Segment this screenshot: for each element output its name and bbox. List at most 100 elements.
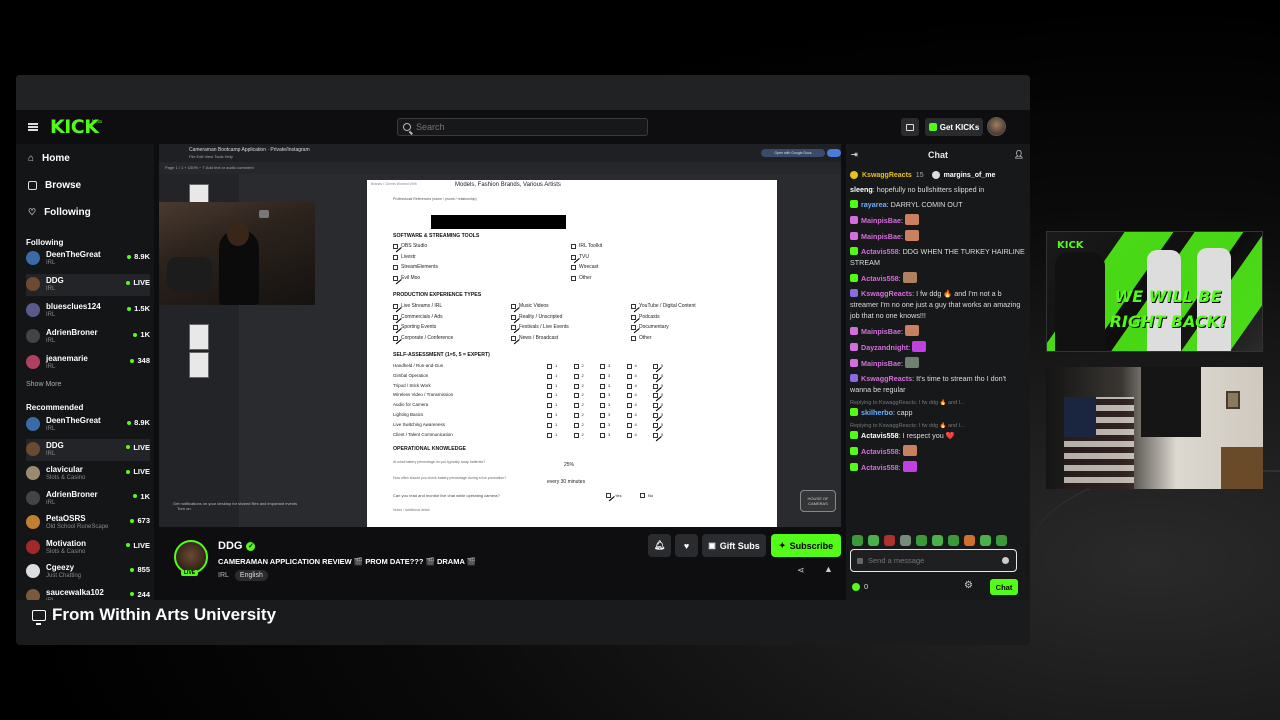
chat-username[interactable]: Actavis558 — [861, 274, 899, 283]
chat-username[interactable]: MainpisBae — [861, 216, 901, 225]
rating-checkbox — [653, 383, 658, 389]
chat-username[interactable]: skilherbo — [861, 408, 893, 417]
channel-item[interactable]: DDG IRL LIVE — [26, 438, 150, 461]
channel-viewers: 348 — [130, 356, 150, 365]
rating-number: 4 — [634, 412, 637, 417]
application-form-page: Brands / Clients Worked With Models, Fas… — [367, 180, 777, 527]
search-input[interactable] — [416, 122, 616, 132]
chat-username[interactable]: MainpisBae — [861, 327, 901, 336]
skill-label: Lighting Basics — [393, 412, 424, 417]
rating-number: 3 — [608, 412, 611, 417]
nav-browse[interactable]: Browse — [28, 180, 81, 191]
chat-username[interactable]: rayarea — [861, 200, 887, 209]
rating-number: 5 — [661, 382, 664, 388]
chat-message-input[interactable] — [868, 556, 988, 565]
video-player[interactable]: Cameraman Bootcamp Application · Private… — [159, 144, 841, 527]
report-icon[interactable]: ▲ — [824, 564, 833, 574]
smiley-icon[interactable] — [1002, 557, 1009, 564]
live-badge: LIVE — [181, 570, 199, 576]
emote-icon[interactable] — [884, 535, 895, 546]
channel-item[interactable]: Cgeezy Just Chatting 855 — [26, 561, 150, 583]
doc-menu: File Edit View Tools Help — [189, 154, 233, 159]
nav-home[interactable]: ⌂ Home — [28, 153, 70, 164]
user-avatar[interactable] — [987, 117, 1006, 136]
stream-manager-button[interactable] — [901, 118, 919, 136]
emoji-picker-icon[interactable] — [857, 557, 863, 564]
chat-username[interactable]: KswaggReacts — [861, 289, 912, 298]
viewer-count: LIVE — [133, 467, 150, 476]
get-kicks-button[interactable]: Get KICKs — [925, 118, 983, 136]
rating-number: 1 — [555, 372, 558, 378]
nav-following[interactable]: ♡ Following — [28, 207, 91, 218]
emote-icon[interactable] — [868, 535, 879, 546]
menu-icon[interactable] — [28, 123, 38, 131]
chat-username[interactable]: Actavis558 — [861, 247, 899, 256]
channel-item[interactable]: AdrienBroner IRL 1K — [26, 326, 150, 348]
chat-badge-icon — [850, 431, 858, 439]
rating-number: 2 — [581, 372, 584, 378]
gifter-2-name[interactable]: margins_of_me — [944, 172, 996, 179]
emote-icon[interactable] — [980, 535, 991, 546]
form-option-label: Other — [639, 334, 652, 341]
nav-following-label: Following — [44, 207, 91, 218]
language-tag[interactable]: English — [234, 570, 268, 581]
channel-item[interactable]: DeenTheGreat IRL 8.9K — [26, 248, 150, 270]
rating-number: 3 — [608, 392, 611, 398]
chat-username[interactable]: Actavis558 — [861, 463, 899, 472]
viewer-count: LIVE — [133, 540, 150, 550]
subscribe-button[interactable]: ✦ Subscribe — [771, 534, 841, 557]
search-bar[interactable] — [397, 118, 648, 136]
collapse-chat-icon[interactable]: ⇥ — [851, 150, 858, 159]
chat-username[interactable]: MainpisBae — [861, 232, 901, 241]
gifter-1-count: 15 — [915, 171, 924, 179]
viewer-count: 8.9K — [134, 252, 150, 261]
chat-username[interactable]: sleeng — [850, 185, 873, 194]
chat-username[interactable]: MainpisBae — [861, 359, 901, 368]
emote-icon[interactable] — [996, 535, 1007, 546]
channel-viewers: LIVE — [126, 541, 150, 550]
skill-label: Handheld / Run-and-Gun — [393, 363, 444, 368]
chat-username[interactable]: Actavis558 — [861, 431, 899, 440]
channel-item[interactable]: DeenTheGreat IRL 8.9K — [26, 414, 150, 436]
channel-item[interactable]: PetaOSRS Old School RuneScape 673 — [26, 512, 150, 534]
chat-users-icon[interactable]: 👤︎ — [1014, 150, 1024, 159]
channel-item[interactable]: clavicular Slots & Casino LIVE — [26, 463, 150, 485]
chat-input-box[interactable] — [850, 549, 1017, 572]
channel-item[interactable]: DDG IRL LIVE — [26, 274, 150, 296]
gifter-1-name[interactable]: KswaggReacts — [862, 172, 912, 179]
follow-button[interactable]: ♥ — [675, 534, 698, 557]
channel-item[interactable]: AdrienBroner IRL 1K — [26, 488, 150, 510]
doc-thumbnail — [189, 324, 209, 350]
form-references-label: Professional References (name / phone / … — [393, 197, 477, 201]
rating-number: 1 — [555, 402, 558, 408]
channel-item[interactable]: bluesclues124 IRL 1.5K — [26, 300, 150, 322]
op-question-3: Can you read and monitor live chat while… — [393, 493, 500, 498]
emote-icon[interactable] — [948, 535, 959, 546]
emote-icon[interactable] — [964, 535, 975, 546]
channel-avatar — [26, 251, 40, 265]
channel-viewers: 673 — [130, 516, 150, 525]
channel-item[interactable]: Motivation Slots & Casino LIVE — [26, 537, 150, 559]
notification-button[interactable]: 🔔︎ — [648, 534, 671, 557]
category-link[interactable]: IRL — [218, 572, 229, 579]
chat-settings-icon[interactable]: ⚙ — [964, 580, 973, 591]
form-option-label: Other — [579, 274, 592, 281]
chat-username[interactable]: KswaggReacts — [861, 374, 912, 383]
channel-item[interactable]: jeanemarie IRL 348 — [26, 352, 150, 374]
emote-icon[interactable] — [916, 535, 927, 546]
show-more-link[interactable]: Show More — [26, 381, 61, 388]
streamer-avatar[interactable] — [174, 540, 208, 574]
gift-subs-button[interactable]: ▣ Gift Subs — [702, 534, 766, 557]
live-dot-icon — [133, 332, 138, 337]
chat-username[interactable]: Dayzandnight — [861, 343, 908, 352]
emote-icon[interactable] — [900, 535, 911, 546]
share-icon[interactable]: ⋖ — [797, 565, 805, 576]
send-chat-button[interactable]: Chat — [990, 579, 1018, 595]
emote-icon[interactable] — [932, 535, 943, 546]
emote-icon[interactable] — [852, 535, 863, 546]
streamer-name[interactable]: DDG — [218, 540, 242, 552]
chat-username[interactable]: Actavis558 — [861, 447, 899, 456]
nav-home-label: Home — [42, 153, 70, 164]
skill-label: Wireless Video / Transmission — [393, 392, 454, 398]
channel-category: IRL — [46, 499, 56, 506]
